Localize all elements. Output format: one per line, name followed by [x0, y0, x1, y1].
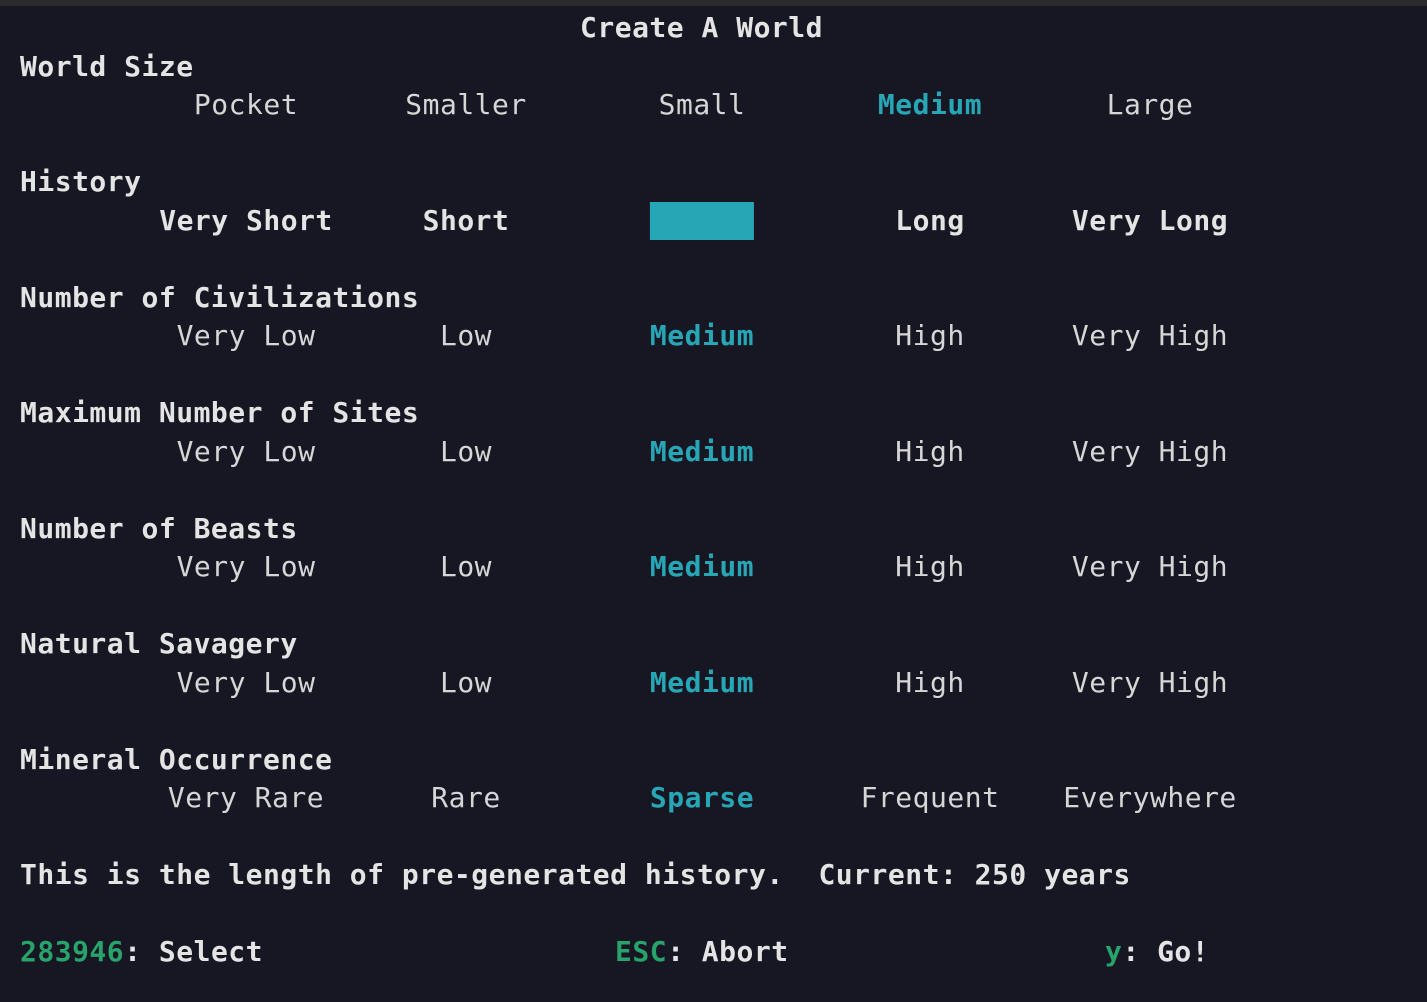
setting-option[interactable]: Very Low — [177, 317, 316, 355]
setting-option[interactable]: Long — [895, 202, 964, 240]
setting-option-selected[interactable]: Medium — [650, 433, 754, 471]
setting-option[interactable]: High — [895, 433, 964, 471]
setting-option[interactable]: Smaller — [405, 86, 527, 124]
select-label: : Select — [124, 935, 264, 968]
setting-option[interactable]: Very High — [1072, 548, 1228, 586]
setting-option-selected[interactable]: Sparse — [650, 779, 754, 817]
setting-option[interactable]: Everywhere — [1063, 779, 1237, 817]
setting-option[interactable]: Very Short — [159, 202, 333, 240]
setting-option[interactable]: Short — [423, 202, 510, 240]
setting-option[interactable]: High — [895, 317, 964, 355]
setting-option[interactable]: Large — [1107, 86, 1194, 124]
setting-option[interactable]: Very Low — [177, 433, 316, 471]
setting-label: Natural Savagery — [20, 627, 298, 660]
setting-option[interactable]: Small — [659, 86, 746, 124]
setting-option[interactable]: Very Low — [177, 664, 316, 702]
setting-option[interactable]: Low — [440, 664, 492, 702]
setting-label: History — [20, 165, 142, 198]
setting-label: Maximum Number of Sites — [20, 396, 420, 429]
page-title: Create A World — [580, 11, 824, 44]
setting-option[interactable]: Very Rare — [168, 779, 324, 817]
setting-label: Number of Beasts — [20, 511, 298, 545]
setting-label: Mineral Occurrence — [20, 742, 333, 776]
setting-option[interactable]: Rare — [431, 779, 500, 817]
setting-option[interactable]: Low — [440, 548, 492, 586]
setting-option[interactable]: High — [895, 548, 964, 586]
setting-option[interactable]: Very Long — [1072, 202, 1228, 240]
window-top-bar — [0, 0, 1427, 6]
setting-option[interactable]: Very High — [1072, 317, 1228, 355]
setting-option-selected[interactable]: Medium — [649, 201, 755, 240]
setting-option-selected[interactable]: Medium — [878, 86, 982, 124]
setting-option[interactable]: Frequent — [861, 779, 1000, 817]
setting-option[interactable]: Low — [440, 317, 492, 355]
select-key: 283946 — [20, 935, 125, 968]
abort-button[interactable]: ESC: Abort — [615, 933, 789, 971]
go-key: y — [1105, 935, 1123, 968]
setting-option[interactable]: High — [895, 664, 964, 702]
setting-description: This is the length of pre-generated hist… — [20, 858, 1131, 891]
setting-option[interactable]: Very High — [1072, 433, 1228, 471]
go-button[interactable]: y: Go! — [1105, 933, 1209, 971]
setting-option-selected[interactable]: Medium — [650, 317, 754, 355]
setting-option-selected[interactable]: Medium — [650, 548, 754, 586]
setting-option[interactable]: Low — [440, 433, 492, 471]
abort-label: : Abort — [667, 935, 789, 968]
abort-key: ESC — [615, 935, 668, 968]
go-label: : Go! — [1122, 935, 1210, 968]
setting-option[interactable]: Very High — [1072, 664, 1228, 702]
setting-label: World Size — [20, 49, 194, 83]
select-hint[interactable]: 283946: Select — [20, 933, 263, 971]
setting-option[interactable]: Pocket — [194, 86, 298, 124]
setting-option-selected[interactable]: Medium — [650, 664, 754, 702]
setting-option[interactable]: Very Low — [177, 548, 316, 586]
setting-label: Number of Civilizations — [20, 280, 420, 314]
